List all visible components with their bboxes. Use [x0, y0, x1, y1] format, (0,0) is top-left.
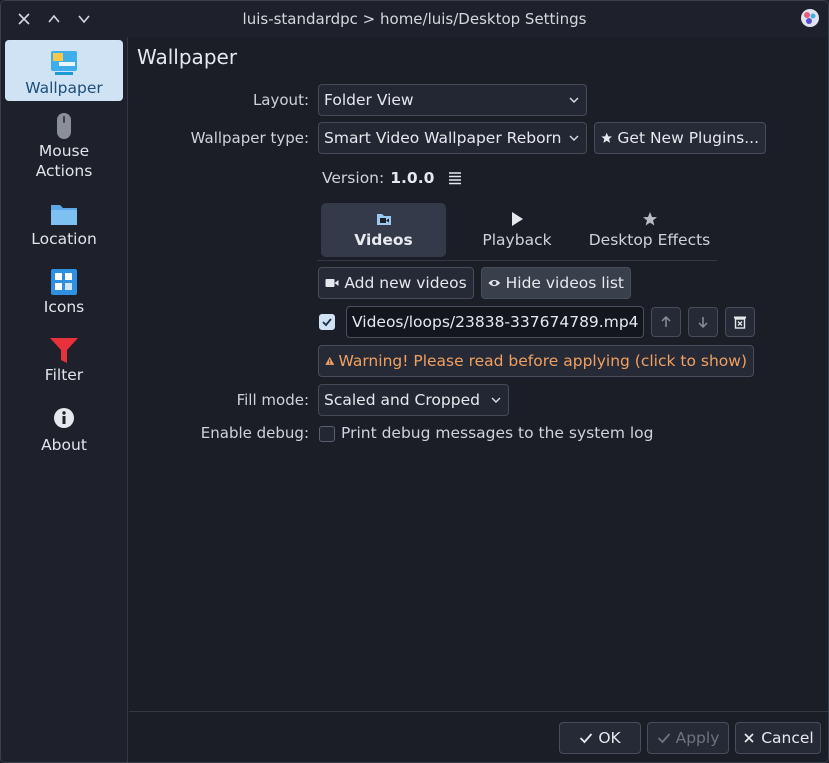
add-new-videos-button[interactable]: Add new videos — [318, 267, 474, 299]
tab-bar: Videos Playback Desktop Effects — [317, 201, 717, 261]
info-icon — [54, 408, 74, 428]
sidebar-item-location[interactable]: Location — [5, 199, 123, 257]
dialog-footer: OK Apply Cancel — [129, 711, 828, 762]
icons-grid-icon — [51, 269, 77, 295]
chevron-down-icon — [569, 97, 579, 103]
play-icon — [512, 212, 523, 226]
cancel-button[interactable]: Cancel — [735, 722, 821, 754]
fill-mode-value: Scaled and Cropped — [324, 391, 480, 409]
video-folder-icon — [376, 214, 391, 225]
hide-videos-list-label: Hide videos list — [505, 274, 624, 292]
trash-icon — [734, 316, 746, 329]
main-content: Wallpaper Layout: Folder View Wallpaper … — [129, 37, 828, 711]
add-new-videos-label: Add new videos — [344, 274, 467, 292]
sidebar-item-label: Icons — [43, 298, 85, 316]
sidebar-item-about[interactable]: About — [5, 405, 123, 463]
sidebar-item-filter[interactable]: Filter — [5, 335, 123, 393]
hide-videos-list-button[interactable]: Hide videos list — [481, 267, 631, 299]
sidebar-item-wallpaper[interactable]: Wallpaper — [5, 40, 123, 101]
version-label: Version: — [322, 169, 385, 187]
star-icon — [642, 212, 657, 226]
fill-mode-label: Fill mode: — [236, 391, 309, 409]
layout-combo[interactable]: Folder View — [318, 84, 587, 116]
tab-desktop-effects-label: Desktop Effects — [588, 231, 711, 249]
window-title: luis-standardpc > home/luis/Desktop Sett… — [242, 10, 587, 28]
remove-video-button[interactable] — [725, 307, 755, 337]
layout-value: Folder View — [324, 91, 414, 109]
layout-label: Layout: — [252, 91, 309, 109]
wallpaper-type-label: Wallpaper type: — [190, 129, 309, 147]
wallpaper-icon — [51, 51, 77, 75]
tab-playback[interactable]: Playback — [457, 203, 577, 257]
get-new-plugins-button[interactable]: Get New Plugins... — [594, 122, 766, 154]
eye-icon — [488, 279, 501, 287]
tab-videos-label: Videos — [354, 231, 413, 249]
sidebar-item-label: Wallpaper — [25, 79, 103, 97]
wallpaper-type-value: Smart Video Wallpaper Reborn — [324, 129, 562, 147]
tab-videos[interactable]: Videos — [321, 203, 446, 257]
chevron-down-icon — [569, 135, 579, 141]
warning-button[interactable]: Warning! Please read before applying (cl… — [318, 345, 754, 377]
sidebar-item-label: About — [41, 436, 87, 454]
version-row: Version: 1.0.0 — [322, 169, 462, 187]
ok-label: OK — [598, 729, 621, 747]
filter-icon — [50, 338, 78, 363]
debug-checkbox-label[interactable]: Print debug messages to the system log — [341, 424, 654, 442]
star-icon — [601, 132, 612, 143]
title-bar: luis-standardpc > home/luis/Desktop Sett… — [1, 1, 828, 37]
mouse-icon — [57, 113, 71, 139]
wallpaper-type-combo[interactable]: Smart Video Wallpaper Reborn — [318, 122, 587, 154]
video-path-value: Videos/loops/23838-337674789.mp4 — [352, 313, 639, 331]
page-title: Wallpaper — [137, 45, 238, 69]
tab-desktop-effects[interactable]: Desktop Effects — [582, 203, 717, 257]
arrow-down-icon — [698, 317, 708, 329]
move-down-button[interactable] — [688, 307, 718, 337]
arrow-up-icon — [661, 315, 671, 327]
sidebar-item-mouse-actions[interactable]: Mouse Actions — [5, 111, 123, 189]
ok-button[interactable]: OK — [559, 722, 641, 754]
apply-label: Apply — [675, 729, 720, 747]
app-icon — [801, 9, 819, 27]
folder-icon — [51, 205, 77, 225]
sidebar-item-label: Mouse Actions — [35, 142, 93, 180]
video-camera-icon — [325, 279, 339, 287]
close-icon — [744, 733, 754, 743]
cancel-label: Cancel — [761, 729, 814, 747]
video-path-field[interactable]: Videos/loops/23838-337674789.mp4 — [346, 306, 644, 338]
sidebar-item-icons[interactable]: Icons — [5, 267, 123, 325]
apply-button[interactable]: Apply — [647, 722, 729, 754]
debug-checkbox[interactable] — [319, 426, 335, 442]
warning-icon — [325, 356, 335, 365]
get-new-plugins-label: Get New Plugins... — [617, 129, 759, 147]
version-value: 1.0.0 — [390, 169, 435, 187]
sidebar-item-label: Filter — [44, 366, 84, 384]
move-up-button[interactable] — [651, 307, 681, 337]
tab-playback-label: Playback — [482, 231, 552, 249]
settings-window: luis-standardpc > home/luis/Desktop Sett… — [0, 0, 829, 763]
fill-mode-combo[interactable]: Scaled and Cropped — [318, 384, 509, 416]
checkmark-icon — [322, 318, 332, 327]
enable-debug-label: Enable debug: — [200, 424, 309, 442]
sidebar: Wallpaper Mouse Actions Location Icons F… — [1, 37, 128, 762]
warning-text: Warning! Please read before applying (cl… — [338, 352, 748, 370]
chevron-down-icon — [491, 397, 501, 403]
video-enabled-checkbox[interactable] — [319, 314, 335, 330]
sidebar-item-label: Location — [31, 230, 97, 248]
checkmark-icon — [657, 733, 670, 744]
checkmark-icon — [580, 733, 593, 744]
menu-icon[interactable] — [448, 171, 462, 185]
